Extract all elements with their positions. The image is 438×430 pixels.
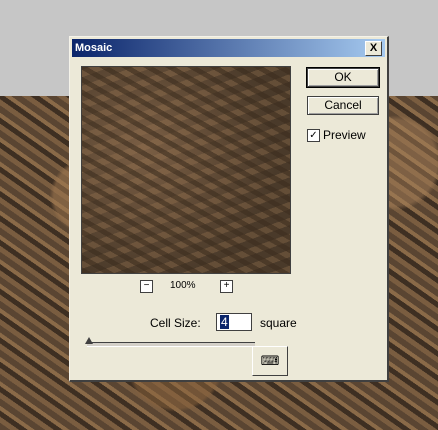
dialog-title: Mosaic	[75, 42, 113, 54]
ok-button[interactable]: OK	[306, 67, 380, 88]
cell-size-unit: square	[260, 316, 297, 330]
cancel-button[interactable]: Cancel	[307, 96, 379, 115]
preview-image[interactable]	[81, 66, 291, 274]
zoom-controls: − 100% +	[140, 280, 240, 294]
zoom-level: 100%	[170, 280, 196, 291]
cell-size-slider-track[interactable]	[87, 342, 255, 347]
preview-checkbox[interactable]: ✓	[307, 129, 320, 142]
dialog-titlebar[interactable]: Mosaic X	[72, 39, 385, 57]
cell-size-input[interactable]: 4	[216, 313, 252, 331]
cell-size-label: Cell Size:	[150, 316, 201, 330]
cell-size-value: 4	[220, 315, 229, 329]
zoom-in-button[interactable]: +	[220, 280, 233, 293]
mosaic-dialog: Mosaic X − 100% + OK Cancel ✓ Preview Ce…	[69, 36, 389, 382]
cell-size-row: Cell Size: 4 square	[150, 313, 350, 333]
zoom-out-button[interactable]: −	[140, 280, 153, 293]
close-button[interactable]: X	[365, 41, 382, 56]
preview-label: Preview	[323, 128, 366, 142]
keyboard-icon[interactable]: ⌨	[252, 346, 288, 376]
cell-size-slider-thumb[interactable]	[85, 337, 93, 344]
